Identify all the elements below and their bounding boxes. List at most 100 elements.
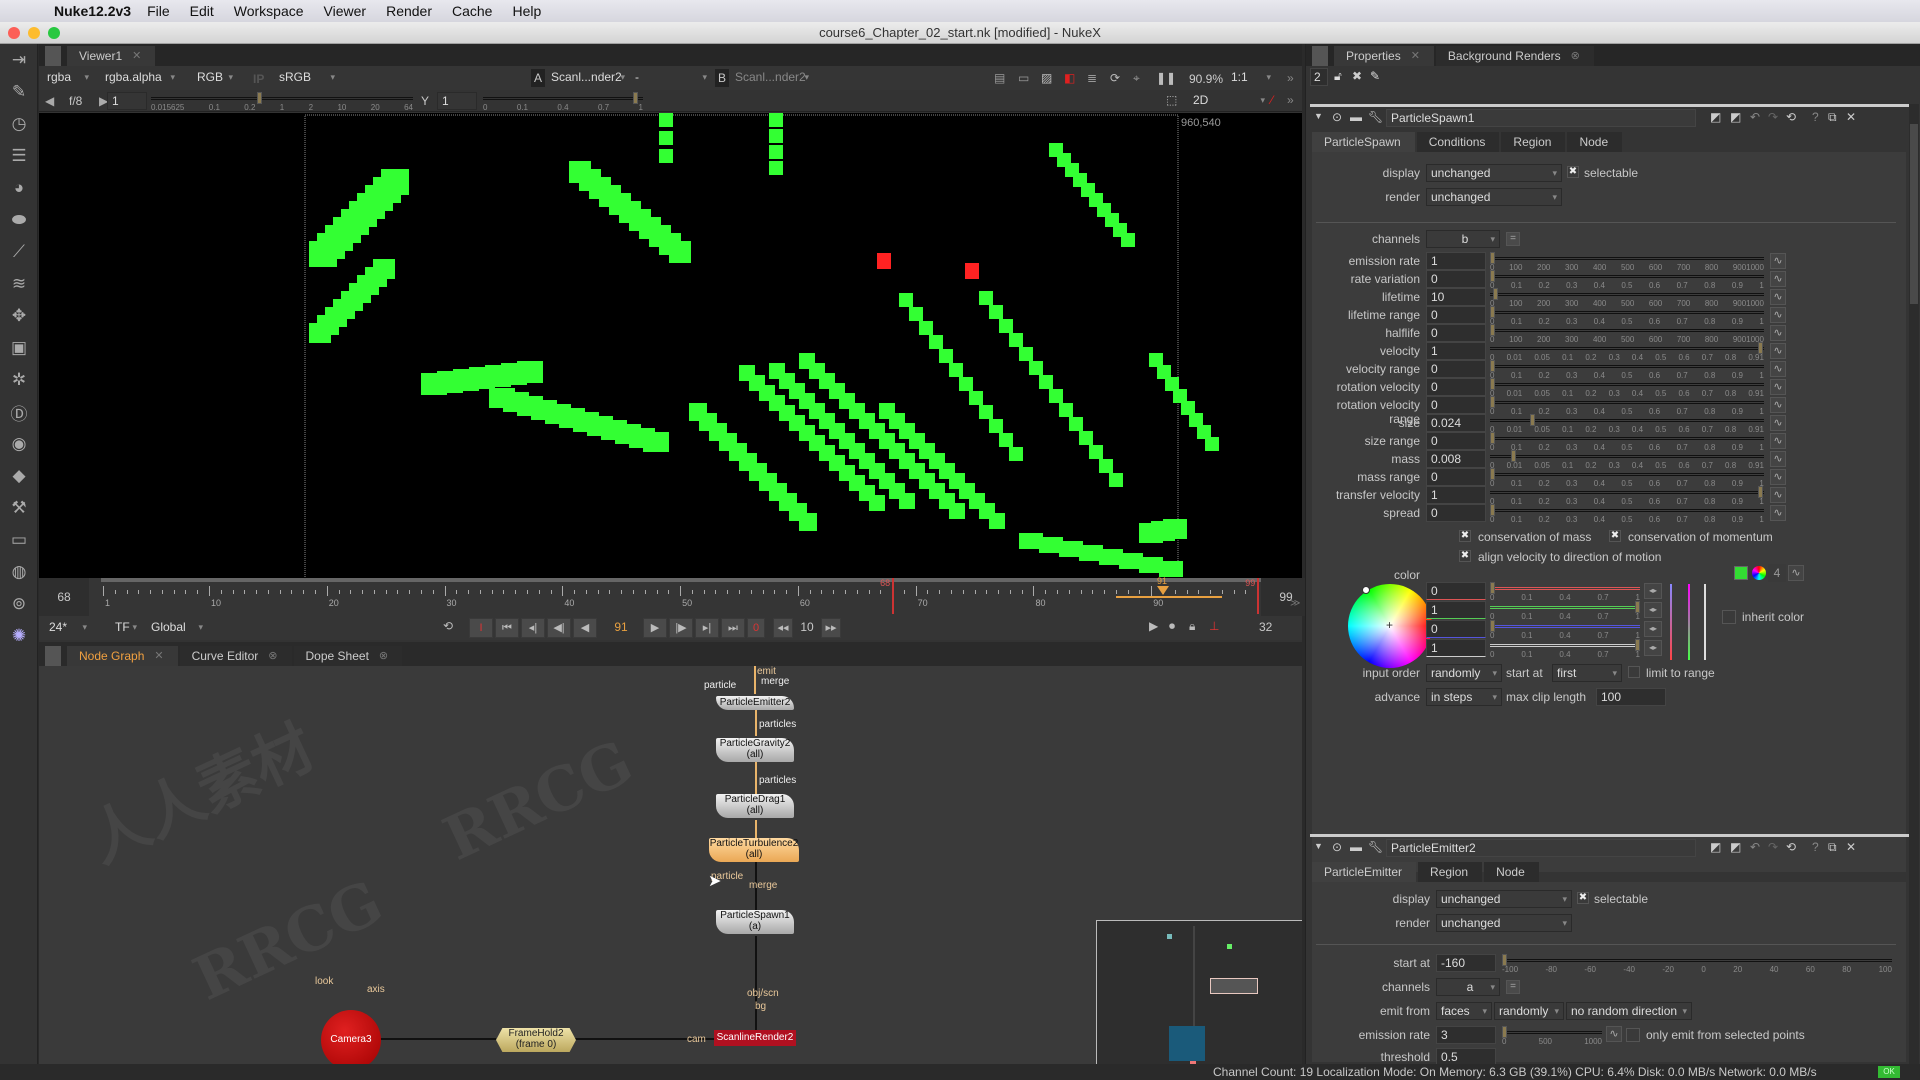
minimap-viewport[interactable] bbox=[1210, 978, 1258, 994]
max-panels-field[interactable]: 2 bbox=[1310, 68, 1328, 86]
param-slider[interactable]: 0 0.1 0.2 0.3 0.4 0.5 0.6 0.7 0.8 0.9 1 bbox=[1490, 504, 1764, 524]
slider-knob[interactable] bbox=[1758, 486, 1763, 498]
animation-curve-icon[interactable]: ∿ bbox=[1770, 307, 1786, 323]
close-panel-icon[interactable]: ✕ bbox=[1846, 110, 1856, 124]
close-tab-icon[interactable]: ⊗ bbox=[1571, 46, 1580, 66]
slider-knob[interactable] bbox=[1492, 288, 1498, 300]
node-particle-emitter2[interactable]: ParticleEmitter2 bbox=[716, 696, 794, 710]
slider-knob[interactable] bbox=[1490, 396, 1495, 408]
menu-viewer[interactable]: Viewer bbox=[324, 3, 367, 19]
node-particle-drag1[interactable]: ParticleDrag1 (all) bbox=[716, 794, 794, 818]
color-animation-icon[interactable]: ∿ bbox=[1788, 565, 1804, 581]
node-framehold2[interactable]: FrameHold2 (frame 0) bbox=[496, 1028, 576, 1052]
tab-properties[interactable]: Properties ✕ bbox=[1334, 46, 1434, 66]
channels-dropdown[interactable]: rgba bbox=[43, 69, 93, 87]
param-value-field[interactable]: 0 bbox=[1426, 306, 1486, 324]
advance-dropdown[interactable]: in steps bbox=[1426, 688, 1502, 706]
panel-menu-icon-2[interactable] bbox=[45, 646, 61, 666]
node-camera3[interactable]: Camera3 bbox=[321, 1010, 381, 1070]
color-wheel[interactable]: + bbox=[1348, 584, 1432, 668]
collapse-icon[interactable]: ▼ bbox=[1314, 111, 1323, 121]
scope-dropdown[interactable]: Global bbox=[147, 619, 207, 637]
draw-icon[interactable]: ✎ bbox=[0, 76, 38, 108]
node-particle-turbulence2[interactable]: ParticleTurbulence2 (all) bbox=[709, 838, 799, 862]
play-backward-button[interactable]: ◀ bbox=[573, 618, 597, 638]
color-channel-swap-icon[interactable]: ◂▸ bbox=[1644, 583, 1662, 599]
panel-menu-icon-3[interactable] bbox=[1312, 46, 1328, 66]
display-channels-dropdown[interactable]: RGB bbox=[193, 69, 237, 87]
node-graph-minimap[interactable] bbox=[1096, 920, 1302, 1072]
pause-icon[interactable]: ❚❚ bbox=[1156, 71, 1176, 85]
close-all-panels-icon[interactable]: ✖ bbox=[1352, 69, 1362, 83]
param-slider[interactable]: 0 0.01 0.05 0.1 0.2 0.3 0.4 0.5 0.6 0.7 0.8 0.91 bbox=[1490, 342, 1764, 362]
param-value-field[interactable]: 0 bbox=[1426, 324, 1486, 342]
current-frame-field[interactable]: 91 bbox=[601, 620, 641, 634]
menu-workspace[interactable]: Workspace bbox=[234, 3, 304, 19]
help-icon[interactable]: ? bbox=[1812, 840, 1819, 854]
step-back-button[interactable]: ◀| bbox=[547, 618, 571, 638]
float-panel-icon[interactable]: ⧉ bbox=[1828, 110, 1837, 125]
node-graph-canvas[interactable]: 人人素材 RRCG RRCG emit particle merge parti… bbox=[39, 666, 1302, 1072]
gamma-field[interactable]: 1 bbox=[437, 92, 477, 110]
edit-expression-icon[interactable]: ◩ bbox=[1710, 840, 1721, 854]
param-slider[interactable]: 0 0.1 0.2 0.3 0.4 0.5 0.6 0.7 0.8 0.9 1 bbox=[1490, 270, 1764, 290]
input-process-toggle[interactable]: IP bbox=[253, 72, 264, 86]
toolsets-icon[interactable]: ⚒ bbox=[0, 492, 38, 524]
color-channel-slider[interactable]: 0 0.1 0.4 0.7 1 bbox=[1490, 620, 1640, 640]
emitter-tab-node[interactable]: Node bbox=[1484, 862, 1539, 882]
param-slider[interactable]: 0 0.1 0.2 0.3 0.4 0.5 0.6 0.7 0.8 0.9 1 bbox=[1490, 468, 1764, 488]
menu-help[interactable]: Help bbox=[512, 3, 541, 19]
timeline-ruler[interactable]: 1102030405060708090100689991 bbox=[103, 576, 1286, 614]
flipbook-icon[interactable]: ▶ bbox=[1149, 619, 1158, 633]
slider-knob[interactable] bbox=[1490, 468, 1495, 480]
emitter-channels-dropdown[interactable]: a bbox=[1436, 978, 1500, 996]
slider-knob[interactable] bbox=[1635, 601, 1640, 613]
edit-expression-icon-2[interactable]: ◩ bbox=[1730, 840, 1741, 854]
emit-from-dropdown[interactable]: faces bbox=[1436, 1002, 1492, 1020]
channels-link-button[interactable]: = bbox=[1506, 232, 1520, 246]
slider-knob[interactable] bbox=[1490, 252, 1495, 264]
viewer-toggle-icon[interactable]: ⊙ bbox=[1332, 110, 1342, 124]
animation-curve-icon[interactable]: ∿ bbox=[1770, 433, 1786, 449]
pencil-icon[interactable]: ✎ bbox=[1370, 69, 1380, 83]
emission-rate-slider[interactable]: 0 500 1000 bbox=[1502, 1026, 1602, 1046]
close-tab-icon[interactable]: ✕ bbox=[1411, 46, 1420, 66]
align-velocity-checkbox[interactable]: ✖ bbox=[1459, 550, 1471, 562]
out-point-marker[interactable] bbox=[1257, 578, 1260, 614]
emitter-display-dropdown[interactable]: unchanged bbox=[1436, 890, 1572, 908]
slider-knob[interactable] bbox=[1511, 450, 1517, 462]
color-channel-field[interactable]: 1 bbox=[1426, 639, 1486, 657]
edit-expression-icon-2[interactable]: ◩ bbox=[1730, 110, 1741, 124]
playback-mode-icon[interactable]: ⟲ bbox=[443, 619, 453, 633]
slider-knob[interactable] bbox=[1490, 582, 1495, 594]
color-wheel-toggle-icon[interactable] bbox=[1752, 566, 1766, 580]
app-menu[interactable]: Nuke12.2v3 bbox=[54, 3, 131, 19]
color-wheel-handle[interactable] bbox=[1362, 586, 1370, 594]
merge-icon[interactable]: ≋ bbox=[0, 268, 38, 300]
slider-knob[interactable] bbox=[1635, 639, 1640, 651]
tab-dope-sheet[interactable]: Dope Sheet ⊗ bbox=[293, 646, 403, 666]
param-value-field[interactable]: 0 bbox=[1426, 396, 1486, 414]
viewer-canvas[interactable]: 960,540 bbox=[39, 113, 1302, 591]
keyer-icon[interactable]: ⟋ bbox=[0, 236, 38, 268]
timeline-scrollbar[interactable] bbox=[101, 578, 1274, 582]
tab-curve-editor[interactable]: Curve Editor ⊗ bbox=[179, 646, 292, 666]
wrench-icon[interactable]: 🔧︎ bbox=[1368, 110, 1383, 124]
slider-knob[interactable] bbox=[1490, 432, 1495, 444]
out-frame-field[interactable]: 99 bbox=[1261, 578, 1311, 616]
slider-knob[interactable] bbox=[1530, 414, 1536, 426]
param-value-field[interactable]: 0 bbox=[1426, 270, 1486, 288]
param-slider[interactable]: 0 0.01 0.05 0.1 0.2 0.3 0.4 0.5 0.6 0.7 0.8 0.91 bbox=[1490, 414, 1764, 434]
param-value-field[interactable]: 0.008 bbox=[1426, 450, 1486, 468]
spawn-tab-node[interactable]: Node bbox=[1567, 132, 1623, 152]
color-channel-field[interactable]: 0 bbox=[1426, 582, 1486, 600]
emitter-channels-link-button[interactable]: = bbox=[1506, 980, 1520, 994]
animation-curve-icon[interactable]: ∿ bbox=[1770, 415, 1786, 431]
previous-keyframe-button[interactable]: ◂| bbox=[521, 618, 545, 638]
emission-rate-field[interactable]: 3 bbox=[1436, 1026, 1496, 1044]
roi-select-icon[interactable]: ⬚ bbox=[1166, 93, 1177, 107]
param-slider[interactable]: 0 0.1 0.2 0.3 0.4 0.5 0.6 0.7 0.8 0.9 1 bbox=[1490, 306, 1764, 326]
param-value-field[interactable]: 0.024 bbox=[1426, 414, 1486, 432]
wrench-icon[interactable]: 🔧︎ bbox=[1368, 840, 1383, 854]
param-slider[interactable]: 0 0.01 0.05 0.1 0.2 0.3 0.4 0.5 0.6 0.7 0.8 0.91 bbox=[1490, 450, 1764, 470]
